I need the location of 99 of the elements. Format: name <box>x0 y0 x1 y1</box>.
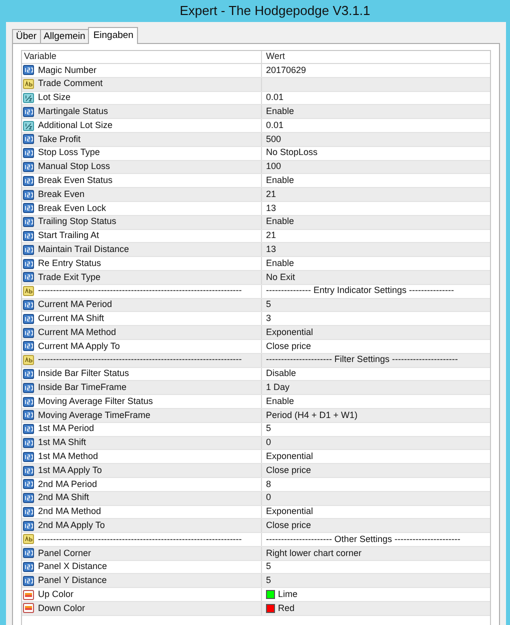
window-title: Expert - The Hodgepodge V3.1.1 <box>178 2 372 20</box>
variable-name: Trailing Stop Status <box>38 216 116 228</box>
value-text[interactable]: No StopLoss <box>266 146 318 160</box>
variable-name: -------------------------------------------------------------------- <box>38 533 242 546</box>
column-header[interactable]: Wert <box>262 51 490 63</box>
string-type-icon <box>23 355 34 366</box>
variable-name: Break Even <box>38 188 85 201</box>
variable-name: Moving Average Filter Status <box>38 395 153 408</box>
value-text[interactable]: 5 <box>266 422 272 436</box>
value-text[interactable]: 8 <box>266 478 272 491</box>
variable-name: Stop Loss Type <box>38 146 100 160</box>
tab[interactable]: Allgemein <box>40 29 90 43</box>
variable-name: Start Trailing At <box>38 230 100 242</box>
variable-name: Moving Average TimeFrame <box>38 408 150 422</box>
variable-name: Panel Y Distance <box>38 574 107 588</box>
variable-name: Trade Comment <box>38 78 103 90</box>
value-text[interactable]: Exponential <box>266 506 314 518</box>
value-text[interactable]: 500 <box>266 132 282 146</box>
variable-name: Take Profit <box>38 132 81 146</box>
string-type-icon <box>23 286 34 296</box>
variable-name: 2nd MA Period <box>38 478 98 491</box>
value-text[interactable]: 3 <box>266 312 272 326</box>
value-text[interactable]: Red <box>278 602 295 615</box>
integer-type-icon <box>23 382 34 393</box>
variable-name: Magic Number <box>38 64 97 77</box>
variable-name: 2nd MA Method <box>38 506 102 518</box>
integer-type-icon <box>23 244 34 255</box>
value-text[interactable]: 0 <box>266 436 272 450</box>
string-type-icon <box>23 534 34 544</box>
integer-type-icon <box>23 576 34 586</box>
string-type-icon <box>23 79 34 90</box>
variable-name: 1st MA Apply To <box>38 464 102 477</box>
variable-name: Current MA Period <box>38 298 112 312</box>
variable-name: 1st MA Period <box>38 422 94 436</box>
value-text[interactable]: 21 <box>266 230 276 242</box>
column-header[interactable]: Variable <box>22 51 262 63</box>
variable-name: -------------------------------------------------------------------- <box>38 284 242 298</box>
value-text[interactable]: Right lower chart corner <box>266 546 362 560</box>
value-text[interactable]: No Exit <box>266 270 296 284</box>
variable-name: Current MA Shift <box>38 312 104 325</box>
value-text[interactable]: 0.01 <box>266 92 284 104</box>
variable-name: Panel Corner <box>38 546 92 560</box>
integer-type-icon <box>23 520 34 531</box>
integer-type-icon <box>23 466 34 476</box>
variable-name: Maintain Trail Distance <box>38 243 130 256</box>
variable-name: Re Entry Status <box>38 257 102 270</box>
value-text[interactable]: 5 <box>266 298 272 312</box>
value-text[interactable]: Enable <box>266 395 294 408</box>
fraction-type-icon <box>23 92 34 103</box>
value-text[interactable]: Enable <box>266 257 294 270</box>
value-text[interactable]: ---------------------- Filter Settings ---------------------- <box>266 354 458 367</box>
variable-name: 1st MA Method <box>38 450 98 463</box>
variable-name: Panel X Distance <box>38 560 108 574</box>
variable-name: Current MA Method <box>38 326 116 339</box>
tab[interactable]: Eingaben <box>88 27 138 44</box>
value-text[interactable]: 100 <box>266 160 282 174</box>
variable-name: Additional Lot Size <box>38 119 113 132</box>
variable-name: Break Even Status <box>38 174 113 188</box>
variable-name: 2nd MA Shift <box>38 492 90 504</box>
variable-name: Trade Exit Type <box>38 270 101 284</box>
variable-name: Manual Stop Loss <box>38 160 110 174</box>
value-text[interactable]: 1 Day <box>266 381 290 394</box>
fraction-type-icon <box>23 120 34 131</box>
variable-name: Up Color <box>38 588 74 601</box>
integer-type-icon <box>23 106 34 117</box>
value-text[interactable]: 0.01 <box>266 119 284 132</box>
value-text[interactable]: 5 <box>266 560 272 574</box>
value-text[interactable]: Enable <box>266 216 294 229</box>
tab[interactable]: Über <box>12 29 41 43</box>
integer-type-icon <box>23 328 34 338</box>
value-text[interactable]: Close price <box>266 519 312 532</box>
value-text[interactable]: --------------- Entry Indicator Settings --------------- <box>266 284 454 298</box>
value-text[interactable]: Period (H4 + D1 + W1) <box>266 408 358 422</box>
value-text[interactable]: ---------------------- Other Settings ---------------------- <box>266 533 460 546</box>
variable-name: 1st MA Shift <box>38 436 86 450</box>
value-text[interactable]: Exponential <box>266 450 314 464</box>
integer-type-icon <box>23 190 34 200</box>
variable-name: 2nd MA Apply To <box>38 519 105 532</box>
value-text[interactable]: 13 <box>266 202 276 215</box>
variable-name: Down Color <box>38 602 86 615</box>
variable-name: Martingale Status <box>38 105 108 118</box>
value-text[interactable]: 20170629 <box>266 64 306 77</box>
value-text[interactable]: 0 <box>266 492 272 504</box>
variable-name: -------------------------------------------------------------------- <box>38 354 242 366</box>
variable-name: Current MA Apply To <box>38 340 120 353</box>
value-text[interactable]: Enable <box>266 105 294 118</box>
value-text[interactable]: Enable <box>266 174 294 188</box>
value-text[interactable]: Close price <box>266 340 312 353</box>
variable-name: Inside Bar TimeFrame <box>38 381 127 394</box>
value-text[interactable]: Lime <box>278 588 298 602</box>
variable-name: Break Even Lock <box>38 202 106 215</box>
value-text[interactable]: 21 <box>266 188 276 201</box>
variable-name: Inside Bar Filter Status <box>38 368 130 380</box>
value-text[interactable]: Disable <box>266 368 296 380</box>
value-text[interactable]: Exponential <box>266 326 314 339</box>
variable-name: Lot Size <box>38 92 71 104</box>
value-text[interactable]: 13 <box>266 243 276 256</box>
value-text[interactable]: Close price <box>266 464 312 477</box>
value-text[interactable]: 5 <box>266 574 272 588</box>
